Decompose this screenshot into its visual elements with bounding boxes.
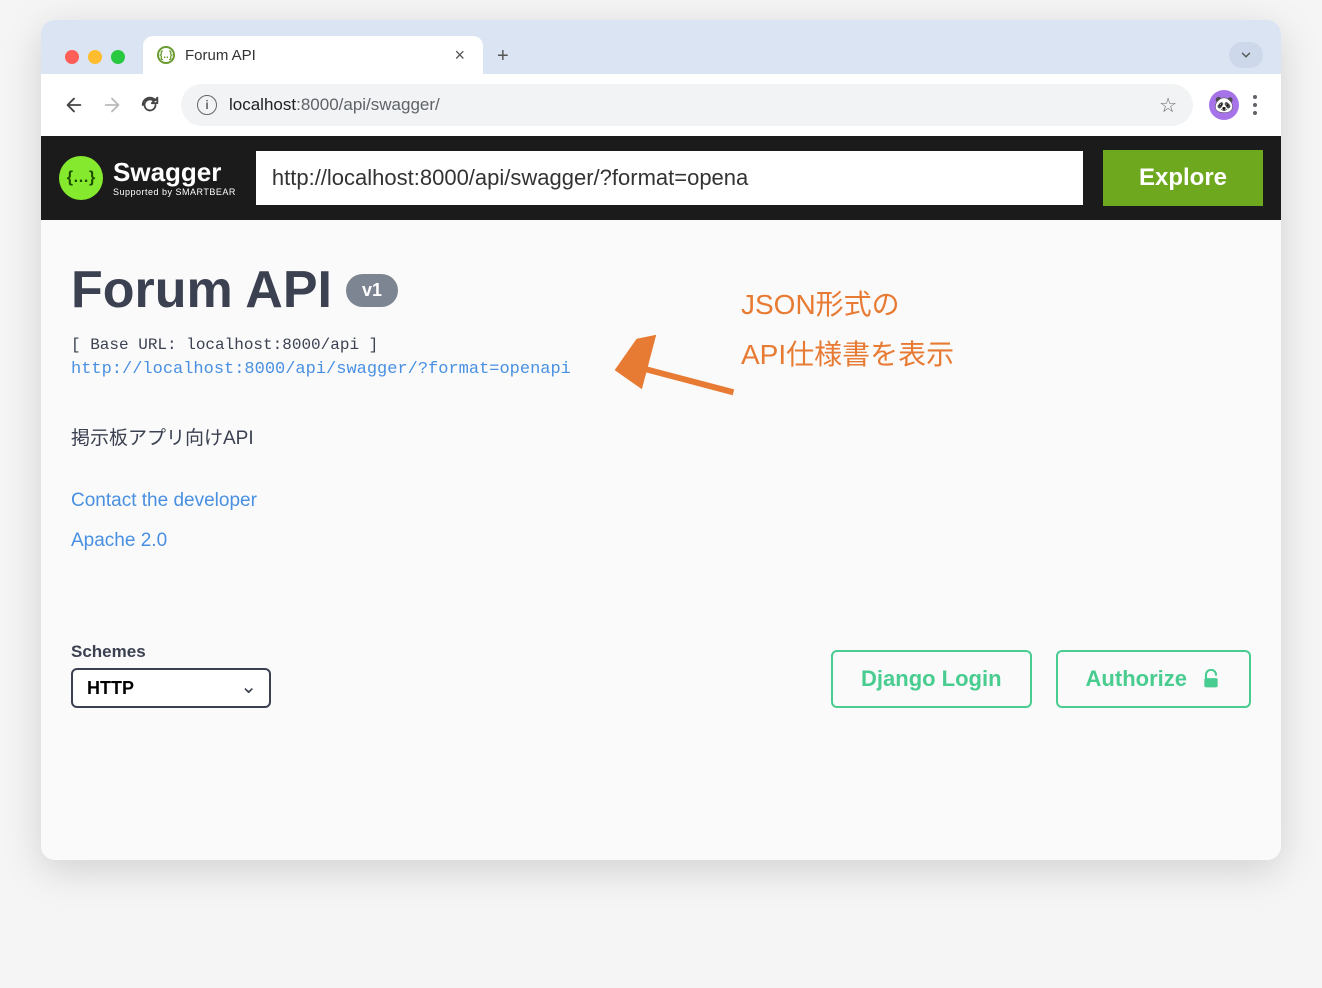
auth-buttons: Django Login Authorize [831, 650, 1251, 708]
minimize-window-button[interactable] [88, 50, 102, 64]
tab-bar: {..} Forum API × + [41, 20, 1281, 74]
reload-icon [139, 94, 161, 116]
api-title-row: Forum API v1 [71, 260, 1251, 320]
swagger-topbar: {…} Swagger Supported by SMARTBEAR Explo… [41, 136, 1281, 220]
spec-link[interactable]: http://localhost:8000/api/swagger/?forma… [71, 360, 571, 379]
url-text: localhost:8000/api/swagger/ [229, 95, 440, 115]
close-tab-icon[interactable]: × [450, 45, 469, 66]
site-info-icon[interactable]: i [197, 95, 217, 115]
swagger-favicon-icon: {..} [157, 46, 175, 64]
tab-overflow-button[interactable] [1229, 42, 1263, 68]
arrow-left-icon [63, 94, 85, 116]
version-badge: v1 [346, 274, 398, 307]
profile-avatar[interactable]: 🐼 [1209, 90, 1239, 120]
maximize-window-button[interactable] [111, 50, 125, 64]
schemes-block: Schemes HTTP [71, 642, 271, 708]
reload-button[interactable] [135, 90, 165, 120]
tab-title: Forum API [185, 47, 440, 64]
bottom-controls: Schemes HTTP Django Login Authorize [71, 642, 1251, 708]
django-login-label: Django Login [861, 666, 1002, 692]
annotation-text: JSON形式の API仕様書を表示 [741, 280, 954, 381]
forward-button[interactable] [97, 90, 127, 120]
arrow-right-icon [101, 94, 123, 116]
browser-window: {..} Forum API × + i localhos [41, 20, 1281, 860]
swagger-logo: {…} Swagger Supported by SMARTBEAR [59, 156, 236, 200]
address-bar[interactable]: i localhost:8000/api/swagger/ ☆ [181, 84, 1193, 126]
schemes-label: Schemes [71, 642, 271, 662]
explore-button[interactable]: Explore [1103, 150, 1263, 206]
api-description: 掲示板アプリ向けAPI [71, 423, 1251, 450]
browser-toolbar: i localhost:8000/api/swagger/ ☆ 🐼 [41, 74, 1281, 136]
annotation-line-2: API仕様書を表示 [741, 330, 954, 380]
swagger-logo-text: Swagger Supported by SMARTBEAR [113, 159, 236, 197]
contact-developer-link[interactable]: Contact the developer [71, 490, 257, 512]
spec-url-input[interactable] [256, 151, 1083, 205]
django-login-button[interactable]: Django Login [831, 650, 1032, 708]
api-title: Forum API [71, 260, 332, 320]
bookmark-star-icon[interactable]: ☆ [1159, 93, 1177, 118]
schemes-select[interactable]: HTTP [71, 668, 271, 708]
swagger-body: Forum API v1 [ Base URL: localhost:8000/… [41, 220, 1281, 860]
window-controls [61, 50, 143, 74]
browser-header: {..} Forum API × + i localhos [41, 20, 1281, 136]
browser-tab[interactable]: {..} Forum API × [143, 36, 483, 74]
swagger-logo-icon: {…} [59, 156, 103, 200]
browser-menu-button[interactable] [1247, 89, 1263, 121]
unlock-icon [1201, 669, 1221, 689]
authorize-label: Authorize [1086, 666, 1187, 692]
chevron-down-icon [1239, 48, 1253, 62]
back-button[interactable] [59, 90, 89, 120]
close-window-button[interactable] [65, 50, 79, 64]
annotation-line-1: JSON形式の [741, 280, 954, 330]
new-tab-button[interactable]: + [483, 45, 523, 74]
authorize-button[interactable]: Authorize [1056, 650, 1251, 708]
license-link[interactable]: Apache 2.0 [71, 530, 167, 552]
